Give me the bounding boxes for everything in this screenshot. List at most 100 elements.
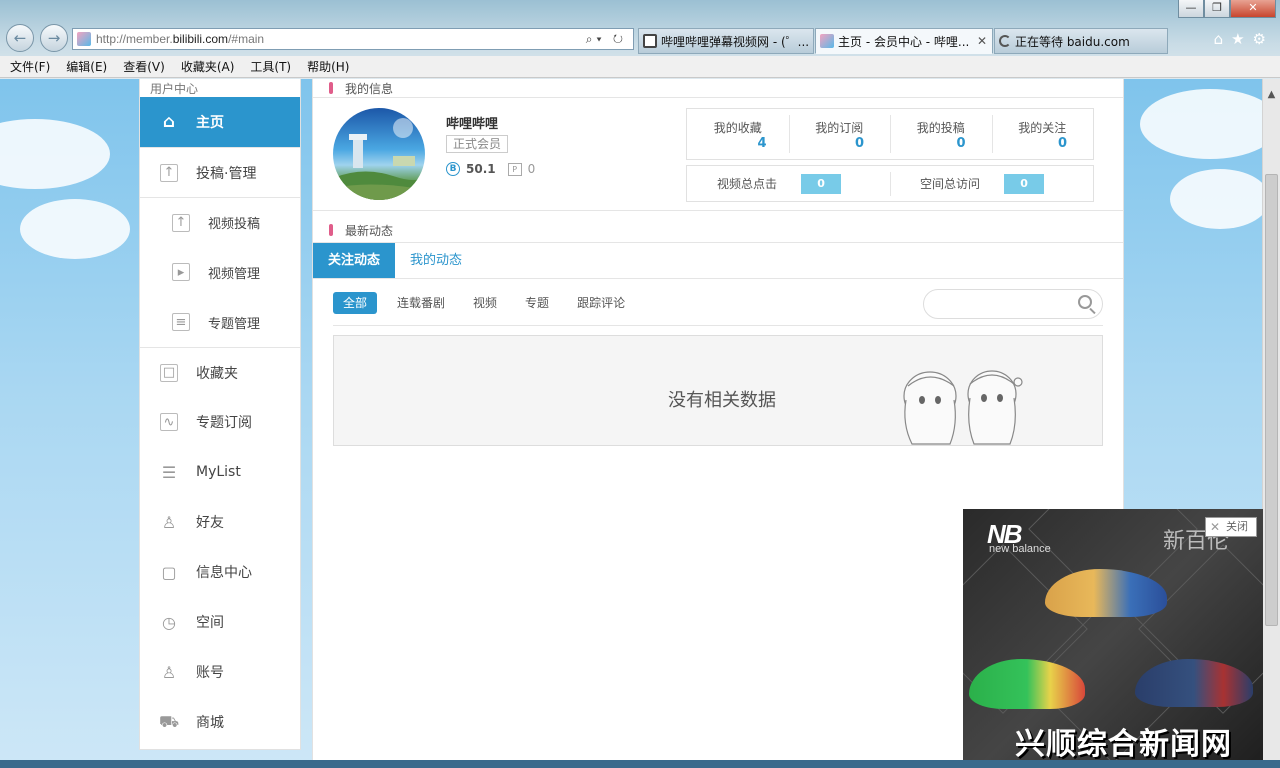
browser-tools-icon[interactable]: ⌂★⚙ bbox=[1214, 30, 1274, 48]
sidebar-item-label: 视频管理 bbox=[208, 266, 261, 282]
stat-space-visits: 空间总访问 0 bbox=[890, 166, 1093, 201]
tab-following-feed[interactable]: 关注动态 bbox=[313, 243, 396, 278]
menu-file[interactable]: 文件(F) bbox=[10, 58, 50, 75]
sidebar-item-label: 账号 bbox=[196, 665, 224, 681]
folder-icon: □ bbox=[160, 363, 178, 382]
sidebar-item-label: 视频投稿 bbox=[208, 217, 261, 232]
loading-icon bbox=[999, 35, 1011, 47]
back-button[interactable]: ← bbox=[6, 24, 34, 52]
sidebar-item-label: 专题管理 bbox=[208, 316, 261, 332]
stats-panel: 我的收藏 4 我的订阅 0 我的投稿 0 我的关注 0 bbox=[686, 108, 1094, 160]
coin-icon: B bbox=[446, 162, 460, 176]
sidebar-item-topic-subscribe[interactable]: ∿ 专题订阅 bbox=[140, 397, 300, 447]
points-count: 0 bbox=[527, 162, 536, 176]
menu-edit[interactable]: 编辑(E) bbox=[66, 58, 107, 75]
sidebar-item-favorites[interactable]: □ 收藏夹 bbox=[140, 347, 300, 397]
mascot-illustration bbox=[903, 370, 1023, 445]
username[interactable]: 哔哩哔哩 bbox=[446, 113, 498, 132]
address-url: http://member.bilibili.com/#main bbox=[96, 32, 265, 46]
minimize-button[interactable]: — bbox=[1178, 0, 1204, 18]
list-icon: ≡ bbox=[172, 313, 190, 331]
cloud-decoration bbox=[20, 199, 130, 259]
profile-section-title: 我的信息 bbox=[313, 79, 1123, 97]
tab-label: 主页 - 会员中心 - 哔哩... bbox=[838, 34, 970, 49]
advertisement[interactable]: NB new balance 新百伦 关闭 兴顺综合新闻网 bbox=[963, 509, 1263, 760]
address-tools-icon[interactable]: ⌕▾ ↻ bbox=[586, 32, 627, 47]
scroll-up-icon[interactable]: ▲ bbox=[1263, 89, 1280, 100]
sidebar-item-space[interactable]: ◷ 空间 bbox=[140, 597, 300, 647]
sidebar-item-label: MyList bbox=[196, 464, 241, 480]
menu-favorites[interactable]: 收藏夹(A) bbox=[181, 58, 235, 75]
sidebar-item-label: 投稿·管理 bbox=[196, 165, 257, 182]
points-icon: P bbox=[507, 162, 522, 176]
sidebar-item-label: 好友 bbox=[196, 515, 224, 531]
tab-my-feed[interactable]: 我的动态 bbox=[395, 243, 477, 278]
feed-section-title: 最新动态 bbox=[313, 217, 1123, 243]
filter-anime[interactable]: 连载番剧 bbox=[397, 292, 445, 314]
chart-icon: ∿ bbox=[160, 413, 178, 431]
cloud-decoration bbox=[0, 119, 110, 189]
menu-bar: 文件(F) 编辑(E) 查看(V) 收藏夹(A) 工具(T) 帮助(H) bbox=[0, 56, 1280, 78]
close-tab-icon[interactable]: ✕ bbox=[977, 34, 987, 48]
stat-label: 我的关注 bbox=[1018, 121, 1067, 135]
ad-close-button[interactable]: 关闭 bbox=[1205, 517, 1257, 537]
filter-all[interactable]: 全部 bbox=[333, 292, 378, 314]
avatar-image bbox=[333, 118, 425, 200]
stat-subscriptions[interactable]: 我的订阅 0 bbox=[788, 109, 891, 159]
account-icon: ♙ bbox=[161, 662, 177, 682]
tab-bilibili-home[interactable]: 哔哩哔哩弹幕视频网 - (゜... bbox=[638, 28, 814, 54]
menu-help[interactable]: 帮助(H) bbox=[307, 58, 349, 75]
cart-icon: ⛟ bbox=[158, 711, 180, 731]
stat-label: 我的投稿 bbox=[916, 121, 965, 135]
stat-uploads[interactable]: 我的投稿 0 bbox=[890, 109, 992, 159]
section-marker bbox=[329, 224, 333, 236]
forward-button[interactable]: → bbox=[40, 24, 68, 52]
sidebar-item-video-manage[interactable]: ▸ 视频管理 bbox=[140, 247, 300, 297]
sidebar-item-video-upload[interactable]: ↑ 视频投稿 bbox=[140, 197, 300, 247]
filter-topic[interactable]: 专题 bbox=[525, 292, 549, 314]
ad-brand-text: new balance bbox=[989, 543, 1051, 555]
cloud-decoration bbox=[1170, 169, 1262, 229]
sidebar-item-label: 商城 bbox=[196, 715, 224, 731]
vertical-scrollbar[interactable]: ▲ bbox=[1262, 79, 1280, 768]
feed-tabs: 关注动态 我的动态 bbox=[313, 243, 1123, 279]
menu-tools[interactable]: 工具(T) bbox=[250, 58, 291, 75]
tab-baidu[interactable]: 正在等待 baidu.com bbox=[994, 28, 1168, 54]
tv-icon bbox=[643, 34, 657, 48]
stat-following[interactable]: 我的关注 0 bbox=[991, 109, 1094, 159]
search-icon[interactable] bbox=[1078, 295, 1092, 309]
menu-view[interactable]: 查看(V) bbox=[123, 58, 165, 75]
sidebar-item-mylist[interactable]: ☰ MyList bbox=[140, 447, 300, 497]
sidebar-item-messages[interactable]: ▢ 信息中心 bbox=[140, 547, 300, 597]
sidebar-item-label: 收藏夹 bbox=[196, 365, 238, 382]
stat-value: 4 bbox=[757, 136, 767, 151]
bilibili-icon bbox=[820, 34, 834, 48]
avatar[interactable] bbox=[333, 108, 425, 200]
address-bar[interactable]: http://member.bilibili.com/#main ⌕▾ ↻ bbox=[72, 28, 634, 50]
traffic-panel: 视频总点击 0 空间总访问 0 bbox=[686, 165, 1094, 202]
watermark: 兴顺综合新闻网 bbox=[1015, 727, 1232, 760]
stat-favorites[interactable]: 我的收藏 4 bbox=[687, 109, 789, 159]
sidebar-item-label: 信息中心 bbox=[196, 565, 252, 581]
empty-state: 没有相关数据 bbox=[333, 335, 1103, 446]
sidebar-item-upload-manage[interactable]: ↑ 投稿·管理 bbox=[140, 147, 300, 197]
bilibili-favicon-icon bbox=[77, 32, 91, 46]
upload-icon: ↑ bbox=[160, 163, 178, 182]
feed-search-input[interactable] bbox=[923, 289, 1103, 319]
sidebar-item-home[interactable]: ⌂ 主页 bbox=[140, 97, 300, 147]
message-icon: ▢ bbox=[161, 562, 177, 582]
sidebar-item-shop[interactable]: ⛟ 商城 bbox=[140, 697, 300, 747]
sidebar-item-friends[interactable]: ♙ 好友 bbox=[140, 497, 300, 547]
stat-value-pill: 0 bbox=[1004, 173, 1045, 194]
sidebar-item-topic-manage[interactable]: ≡ 专题管理 bbox=[140, 297, 300, 347]
close-window-button[interactable]: ✕ bbox=[1230, 0, 1276, 18]
sidebar-item-account[interactable]: ♙ 账号 bbox=[140, 647, 300, 697]
scroll-thumb[interactable] bbox=[1265, 174, 1278, 626]
stat-value: 0 bbox=[1057, 136, 1067, 151]
stat-label: 我的收藏 bbox=[713, 121, 762, 135]
tab-member-center[interactable]: 主页 - 会员中心 - 哔哩... ✕ bbox=[815, 28, 993, 54]
filter-video[interactable]: 视频 bbox=[473, 292, 497, 314]
filter-comments[interactable]: 跟踪评论 bbox=[577, 292, 625, 314]
maximize-button[interactable]: ❐ bbox=[1204, 0, 1230, 18]
stat-value: 0 bbox=[956, 136, 966, 151]
